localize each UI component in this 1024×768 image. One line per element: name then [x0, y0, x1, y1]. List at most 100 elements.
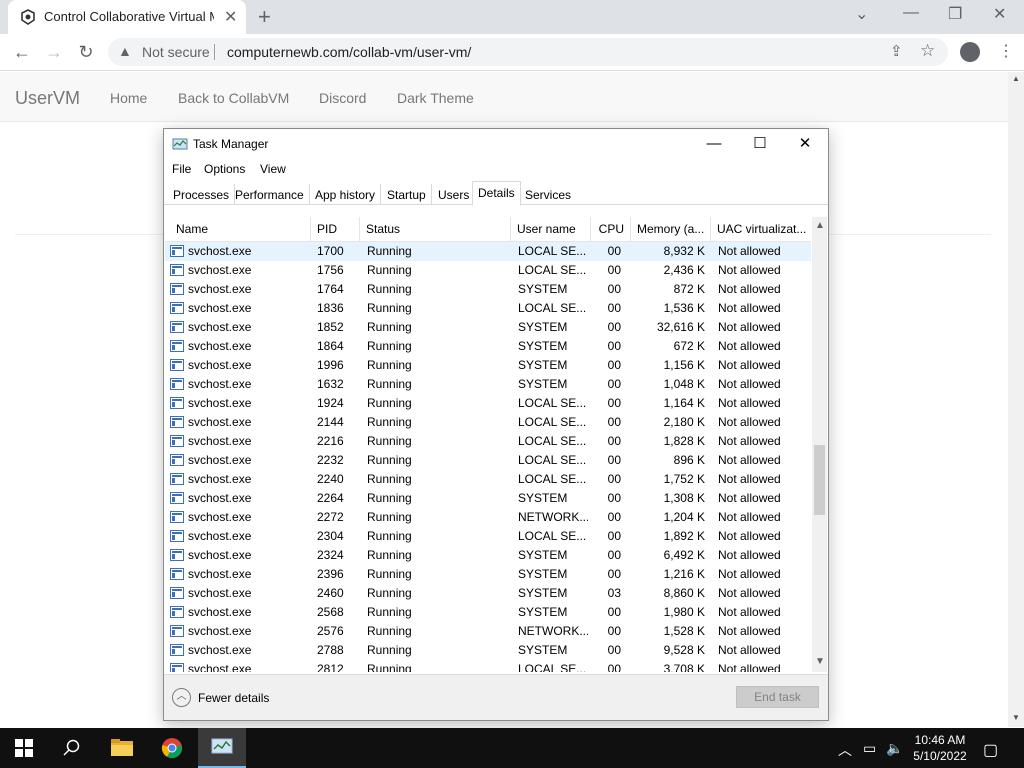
- menu-kebab-icon[interactable]: ⋮: [998, 41, 1014, 61]
- menu-file[interactable]: File: [172, 162, 191, 176]
- tab-users[interactable]: Users: [433, 184, 476, 205]
- scrollbar-thumb[interactable]: [814, 445, 825, 515]
- cell-memory: 2,436 K: [663, 263, 705, 277]
- column-uac-virtualization[interactable]: UAC virtualizat...: [711, 217, 811, 242]
- tm-minimize-icon[interactable]: —: [691, 133, 737, 157]
- table-row[interactable]: svchost.exe 1700 Running LOCAL SE... 00 8,932…: [165, 242, 811, 261]
- cell-pid: 1756: [317, 263, 344, 277]
- search-icon[interactable]: [48, 728, 96, 768]
- scroll-down-icon[interactable]: ▼: [815, 656, 825, 667]
- task-manager-titlebar[interactable]: Task Manager — ☐ ✕: [164, 129, 828, 159]
- restore-icon[interactable]: ❐: [948, 4, 962, 24]
- column-pid[interactable]: PID: [311, 217, 360, 242]
- nav-dark-theme[interactable]: Dark Theme: [397, 90, 474, 106]
- new-tab-icon[interactable]: +: [258, 4, 271, 30]
- cell-uac: Not allowed: [718, 320, 781, 334]
- table-row[interactable]: svchost.exe 2568 Running SYSTEM 00 1,980 K Not…: [165, 603, 811, 622]
- table-scrollbar[interactable]: ▲ ▼: [812, 217, 827, 672]
- back-arrow-icon[interactable]: ←: [10, 40, 34, 64]
- table-row[interactable]: svchost.exe 2788 Running SYSTEM 00 9,528 K Not…: [165, 641, 811, 660]
- table-row[interactable]: svchost.exe 2304 Running LOCAL SE... 00 1,892…: [165, 527, 811, 546]
- cell-uac: Not allowed: [718, 263, 781, 277]
- table-row[interactable]: svchost.exe 2216 Running LOCAL SE... 00 1,828…: [165, 432, 811, 451]
- table-row[interactable]: svchost.exe 1996 Running SYSTEM 00 1,156 K Not…: [165, 356, 811, 375]
- menu-options[interactable]: Options: [204, 162, 245, 176]
- table-row[interactable]: svchost.exe 2324 Running SYSTEM 00 6,492 K Not…: [165, 546, 811, 565]
- start-windows-icon[interactable]: [0, 728, 48, 768]
- table-row[interactable]: svchost.exe 2264 Running SYSTEM 00 1,308 K Not…: [165, 489, 811, 508]
- url-text[interactable]: computernewb.com/collab-vm/user-vm/: [227, 44, 471, 60]
- cell-user: SYSTEM: [518, 320, 568, 334]
- table-row[interactable]: svchost.exe 2240 Running LOCAL SE... 00 1,752…: [165, 470, 811, 489]
- table-row[interactable]: svchost.exe 2812 Running LOCAL SE... 00 3,708…: [165, 660, 811, 672]
- tab-processes[interactable]: Processes: [168, 184, 236, 205]
- tab-search-icon[interactable]: ⌄: [855, 4, 868, 24]
- cell-memory: 1,308 K: [663, 491, 705, 505]
- minimize-icon[interactable]: —: [903, 4, 919, 22]
- table-row[interactable]: svchost.exe 1764 Running SYSTEM 00 872 K Not a…: [165, 280, 811, 299]
- table-row[interactable]: svchost.exe 1756 Running LOCAL SE... 00 2,436…: [165, 261, 811, 280]
- tm-close-icon[interactable]: ✕: [782, 133, 828, 157]
- cell-status: Running: [367, 358, 412, 372]
- column-cpu[interactable]: CPU: [591, 217, 631, 242]
- profile-avatar-icon[interactable]: [960, 42, 980, 62]
- scroll-up-icon[interactable]: ▲: [1012, 74, 1020, 83]
- table-row[interactable]: svchost.exe 1864 Running SYSTEM 00 672 K Not a…: [165, 337, 811, 356]
- share-icon[interactable]: ⇪: [890, 42, 903, 60]
- scroll-down-icon[interactable]: ▼: [1012, 713, 1020, 722]
- tray-expand-chevron-icon[interactable]: ︿: [838, 740, 852, 760]
- close-window-icon[interactable]: ✕: [993, 4, 1006, 24]
- cell-name: svchost.exe: [188, 491, 252, 505]
- cell-pid: 2216: [317, 434, 344, 448]
- browser-tab[interactable]: Control Collaborative Virtual Ma ✕: [8, 0, 246, 34]
- nav-home[interactable]: Home: [110, 90, 147, 106]
- tab-app-history[interactable]: App history: [310, 184, 382, 205]
- column-user-name[interactable]: User name: [511, 217, 591, 242]
- bookmark-star-icon[interactable]: ☆: [920, 41, 935, 61]
- table-row[interactable]: svchost.exe 2396 Running SYSTEM 00 1,216 K Not…: [165, 565, 811, 584]
- chrome-icon[interactable]: [148, 728, 196, 768]
- cell-name: svchost.exe: [188, 472, 252, 486]
- table-row[interactable]: svchost.exe 2232 Running LOCAL SE... 00 896 K…: [165, 451, 811, 470]
- column-name[interactable]: Name: [170, 217, 311, 242]
- tm-maximize-icon[interactable]: ☐: [737, 133, 783, 157]
- security-status[interactable]: Not secure: [142, 44, 210, 60]
- cell-pid: 2324: [317, 548, 344, 562]
- warning-icon[interactable]: ▲: [118, 43, 132, 59]
- file-explorer-icon[interactable]: [98, 728, 146, 768]
- nav-discord[interactable]: Discord: [319, 90, 366, 106]
- menu-view[interactable]: View: [260, 162, 286, 176]
- close-tab-icon[interactable]: ✕: [224, 7, 237, 27]
- address-bar[interactable]: ▲ Not secure computernewb.com/collab-vm/…: [108, 38, 948, 66]
- table-row[interactable]: svchost.exe 1852 Running SYSTEM 00 32,616 K No…: [165, 318, 811, 337]
- cell-status: Running: [367, 320, 412, 334]
- task-manager-taskbar-icon[interactable]: [198, 728, 246, 768]
- cell-name: svchost.exe: [188, 320, 252, 334]
- nav-back-to-collabvm[interactable]: Back to CollabVM: [178, 90, 289, 106]
- page-scrollbar[interactable]: ▲ ▼: [1008, 72, 1024, 727]
- table-row[interactable]: svchost.exe 2144 Running LOCAL SE... 00 2,180…: [165, 413, 811, 432]
- scroll-up-icon[interactable]: ▲: [815, 220, 825, 231]
- table-row[interactable]: svchost.exe 1924 Running LOCAL SE... 00 1,164…: [165, 394, 811, 413]
- table-row[interactable]: svchost.exe 1632 Running SYSTEM 00 1,048 K Not…: [165, 375, 811, 394]
- tab-startup[interactable]: Startup: [382, 184, 432, 205]
- table-row[interactable]: svchost.exe 2576 Running NETWORK... 00 1,528 …: [165, 622, 811, 641]
- table-row[interactable]: svchost.exe 1836 Running LOCAL SE... 00 1,536…: [165, 299, 811, 318]
- reload-icon[interactable]: ↻: [74, 40, 98, 64]
- forward-arrow-icon[interactable]: →: [42, 40, 66, 64]
- table-row[interactable]: svchost.exe 2460 Running SYSTEM 03 8,860 K Not…: [165, 584, 811, 603]
- network-icon[interactable]: ▭: [863, 740, 876, 757]
- tab-details[interactable]: Details: [472, 181, 521, 206]
- end-task-button[interactable]: End task: [736, 686, 819, 708]
- column-status[interactable]: Status: [360, 217, 511, 242]
- table-row[interactable]: svchost.exe 2272 Running NETWORK... 00 1,204 …: [165, 508, 811, 527]
- system-clock[interactable]: 10:46 AM 5/10/2022: [900, 732, 980, 764]
- action-center-icon[interactable]: ▢: [983, 740, 998, 760]
- tab-performance[interactable]: Performance: [230, 184, 310, 205]
- fewer-details-link[interactable]: Fewer details: [198, 691, 269, 705]
- cell-uac: Not allowed: [718, 567, 781, 581]
- column-memory[interactable]: Memory (a...: [631, 217, 711, 242]
- site-brand[interactable]: UserVM: [15, 88, 80, 109]
- chevron-up-icon[interactable]: ︿: [172, 688, 191, 707]
- tab-services[interactable]: Services: [520, 184, 576, 205]
